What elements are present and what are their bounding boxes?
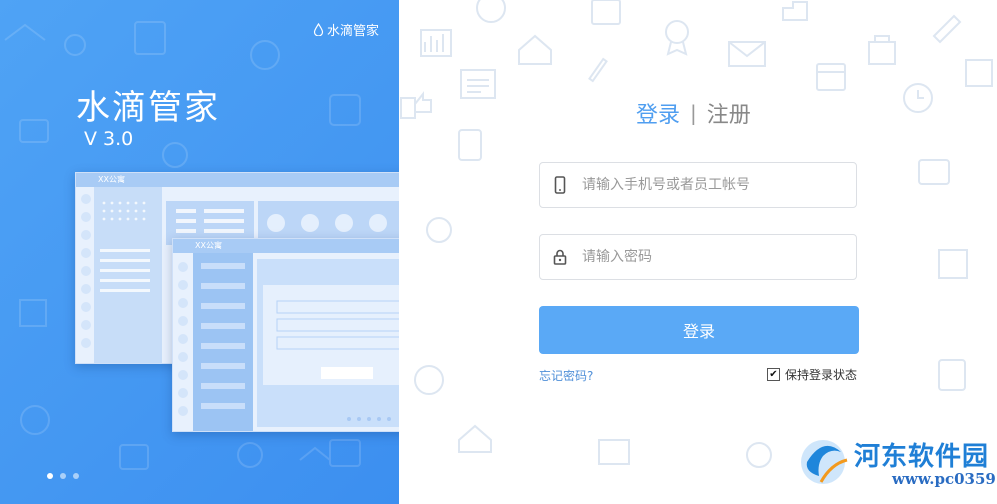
brand-small-label: 水滴管家 [327, 24, 380, 39]
app-title: 水滴管家 [76, 88, 220, 128]
app-version: V 3.0 [84, 128, 134, 150]
mock-window-front: XX公寓 [172, 238, 399, 432]
remember-checkbox[interactable]: ✔ [767, 368, 780, 381]
account-field[interactable] [539, 162, 857, 208]
tab-login[interactable]: 登录 [636, 97, 680, 129]
lock-icon [540, 249, 580, 265]
promo-panel: 水滴管家 水滴管家 V 3.0 XX公寓 XX公寓 [0, 0, 399, 504]
water-drop-icon [313, 23, 324, 36]
mock-window-front-content [178, 253, 399, 431]
login-button[interactable]: 登录 [539, 306, 859, 354]
auth-tabs: 登录 | 注册 [636, 97, 751, 129]
forgot-password-link[interactable]: 忘记密码? [539, 367, 593, 384]
carousel-dot[interactable] [47, 473, 53, 479]
tab-separator: | [690, 101, 697, 125]
watermark-url: www.pc0359.cn [892, 470, 997, 488]
login-panel: 登录 | 注册 登录 忘记密码? ✔ 保持登录状态 [399, 0, 997, 504]
carousel-dots [47, 473, 79, 479]
carousel-dot[interactable] [73, 473, 79, 479]
carousel-dot[interactable] [60, 473, 66, 479]
account-input[interactable] [580, 176, 834, 194]
mock-window-front-title: XX公寓 [173, 239, 399, 253]
phone-icon [540, 176, 580, 194]
tab-register[interactable]: 注册 [707, 97, 751, 129]
password-field[interactable] [539, 234, 857, 280]
remember-label: 保持登录状态 [785, 368, 858, 382]
watermark-name: 河东软件园 [854, 442, 990, 472]
mock-window-back-title: XX公寓 [76, 173, 399, 187]
remember-login[interactable]: ✔ 保持登录状态 [767, 366, 857, 383]
password-input[interactable] [580, 248, 834, 266]
brand-watermark: 水滴管家 [313, 20, 379, 39]
